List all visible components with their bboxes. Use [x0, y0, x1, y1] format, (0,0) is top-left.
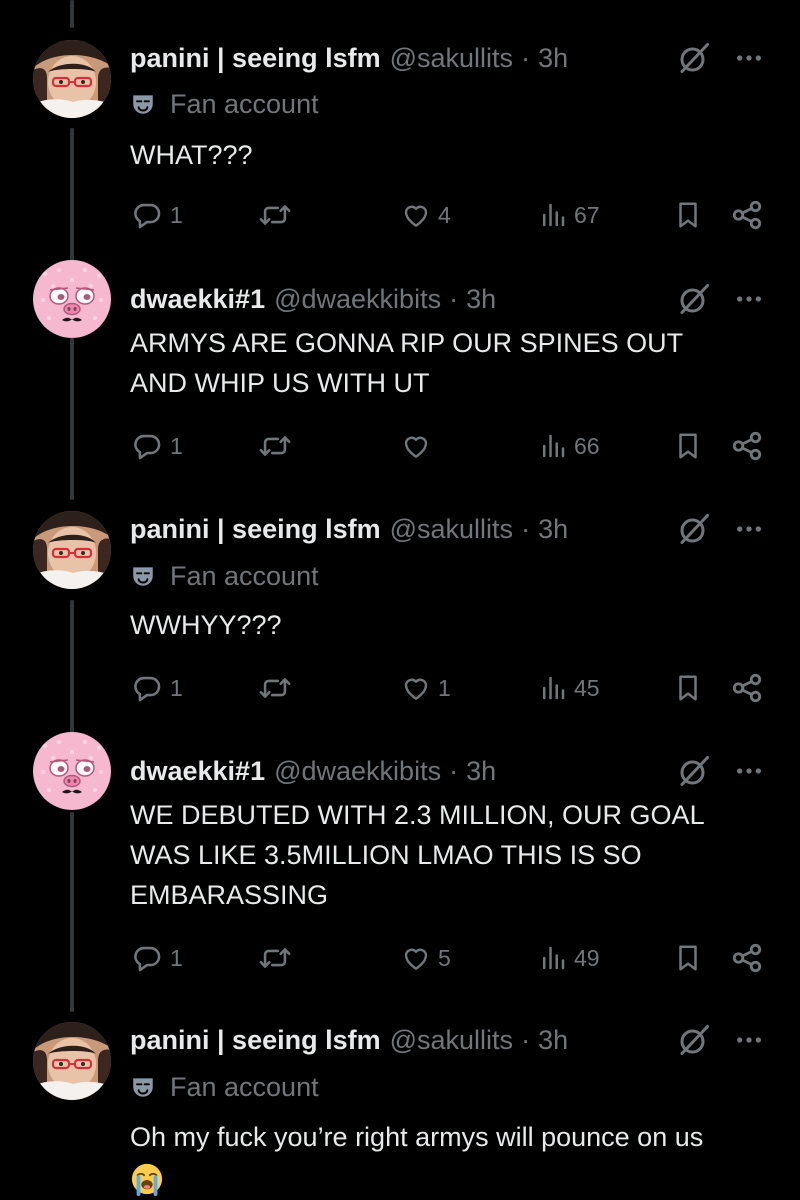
avatar[interactable]: [33, 1022, 111, 1100]
more-icon[interactable]: [733, 1022, 765, 1058]
handle[interactable]: @sakullits: [390, 1025, 513, 1056]
tweet-text: Oh my fuck you’re right armys will pounc…: [130, 1122, 704, 1152]
fan-account-badge: Fan account: [130, 1070, 319, 1104]
tweet-text-container: Oh my fuck you’re right armys will pounc…: [130, 1117, 780, 1197]
tweet[interactable]: panini | seeing lsfm @sakullits · 3h Fan…: [0, 0, 800, 1200]
grok-icon[interactable]: [676, 1022, 712, 1058]
badge-label: Fan account: [170, 1071, 319, 1102]
tweet-header: panini | seeing lsfm @sakullits · 3h: [130, 1022, 670, 1058]
timestamp[interactable]: 3h: [538, 1025, 568, 1056]
loudly-crying-face-icon: [130, 1162, 164, 1196]
fan-account-mask-icon: [130, 1074, 156, 1100]
display-name[interactable]: panini | seeing lsfm: [130, 1025, 381, 1056]
separator-dot: ·: [521, 1024, 531, 1055]
